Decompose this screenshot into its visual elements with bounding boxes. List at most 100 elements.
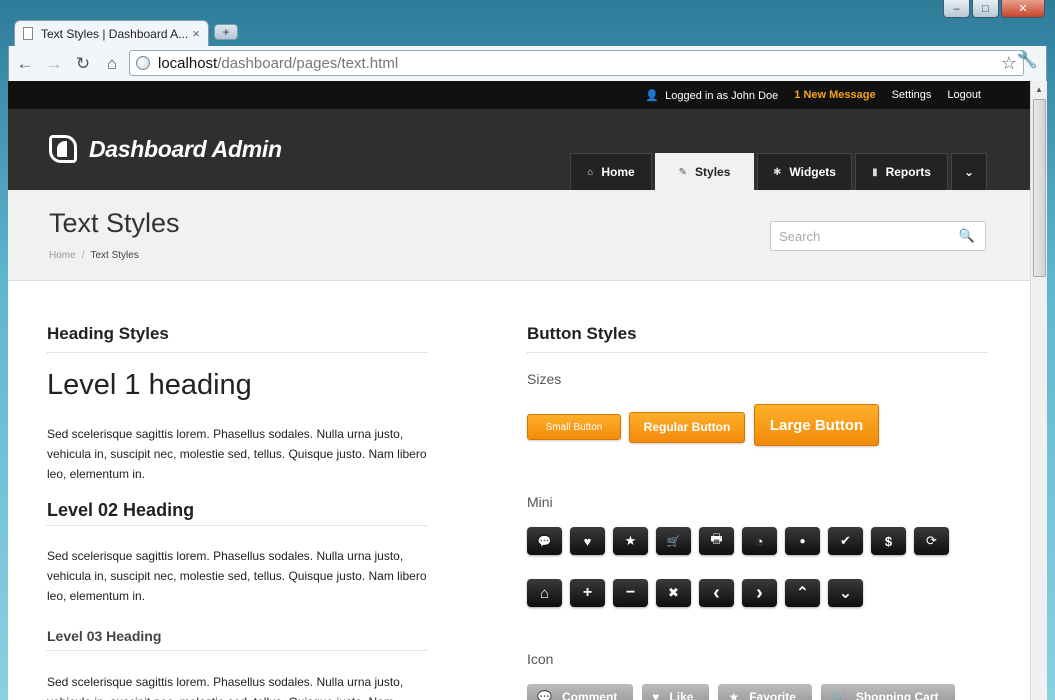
nav-tab-label: Reports — [885, 165, 931, 179]
address-bar[interactable]: localhost/dashboard/pages/text.html ☆ — [129, 50, 1024, 76]
comment-icon: 💬 — [537, 535, 552, 548]
mini-like-button[interactable]: ♥ — [570, 527, 605, 555]
level-3-heading: Level 03 Heading — [47, 628, 427, 651]
nav-tab-styles[interactable]: ✎ Styles — [655, 153, 754, 190]
mini-plus-button[interactable]: + — [570, 579, 605, 607]
star-icon: ★ — [624, 533, 637, 548]
logout-link[interactable]: Logout — [947, 89, 981, 101]
close-icon: ✖ — [668, 585, 679, 600]
heading-styles-title: Heading Styles — [47, 324, 427, 353]
paragraph-3: Sed scelerisque sagittis lorem. Phasellu… — [47, 675, 404, 700]
mini-left-button[interactable]: ‹ — [699, 579, 734, 607]
back-arrow-icon[interactable]: ← — [12, 51, 38, 77]
search-icon[interactable]: 🔍 — [959, 228, 975, 244]
bookmark-star-icon[interactable]: ☆ — [1001, 53, 1017, 74]
wrench-icon[interactable]: 🔧 — [1017, 50, 1038, 70]
home-icon: ⌂ — [587, 166, 594, 178]
tab-close-icon[interactable]: × — [192, 26, 200, 41]
heading-styles-column: Heading Styles Level 1 heading Sed scele… — [47, 324, 427, 700]
bar-chart-icon: ▮ — [872, 166, 878, 178]
nav-tab-widgets[interactable]: ✱ Widgets — [757, 153, 852, 190]
chevron-up-icon: ⌃ — [795, 585, 810, 602]
logo-mark-icon — [49, 135, 77, 163]
mini-home-button[interactable]: ⌂ — [527, 579, 562, 607]
favorite-button[interactable]: ★ Favorite — [718, 684, 812, 700]
large-button[interactable]: Large Button — [754, 404, 879, 446]
dollar-icon: $ — [884, 533, 893, 549]
logged-in-status: 👤 Logged in as John Doe — [645, 89, 778, 102]
settings-link[interactable]: Settings — [892, 89, 932, 101]
mini-cart-button[interactable]: 🛒 — [656, 527, 691, 555]
nav-tab-label: Styles — [695, 165, 731, 179]
heart-icon: ♥ — [583, 533, 592, 549]
mini-comment-button[interactable]: 💬 — [527, 527, 562, 555]
forward-arrow-icon[interactable]: → — [41, 51, 67, 77]
new-tab-button[interactable]: + — [214, 24, 238, 40]
shopping-cart-button[interactable]: 🛒 Shopping Cart — [820, 684, 955, 700]
logo[interactable]: Dashboard Admin — [49, 135, 282, 163]
scroll-up-arrow-icon[interactable]: ▲ — [1031, 81, 1047, 98]
mini-buttons-row-1: 💬 ♥ ★ 🛒 🖶 ◔ ● ✔ $ ⟳ — [527, 527, 987, 555]
home-icon: ⌂ — [539, 584, 550, 602]
vertical-scrollbar[interactable]: ▲ — [1030, 81, 1047, 700]
scroll-thumb[interactable] — [1033, 99, 1046, 277]
url-path: /dashboard/pages/text.html — [217, 54, 399, 72]
level-1-heading: Level 1 heading — [47, 369, 252, 401]
mini-minus-button[interactable]: − — [613, 579, 648, 607]
breadcrumb-home-link[interactable]: Home — [49, 250, 76, 261]
nav-tab-label: Widgets — [789, 165, 836, 179]
mini-rss-button[interactable]: ◔ — [742, 527, 777, 555]
favorite-button-label: Favorite — [749, 690, 796, 700]
mini-favorite-button[interactable]: ★ — [613, 527, 648, 555]
print-icon: 🖶 — [710, 531, 723, 546]
like-button[interactable]: ♥ Like — [642, 684, 710, 700]
new-message-link[interactable]: 1 New Message — [794, 89, 875, 101]
heart-icon: ♥ — [652, 690, 660, 700]
cart-icon: 🛒 — [830, 690, 846, 700]
comment-button[interactable]: 💬 Comment — [527, 684, 634, 700]
site-header: Dashboard Admin ⌂ Home ✎ Styles ✱ Widgets ▮… — [8, 109, 1030, 190]
chevron-right-icon: › — [756, 581, 763, 604]
minus-icon: − — [625, 584, 636, 601]
mini-close-button[interactable]: ✖ — [656, 579, 691, 607]
mini-up-button[interactable]: ⌃ — [785, 579, 820, 607]
sizes-label: Sizes — [527, 371, 562, 387]
mini-dollar-button[interactable]: $ — [871, 527, 906, 555]
logged-in-text: Logged in as John Doe — [665, 89, 779, 102]
chevron-down-icon: ⌄ — [963, 165, 975, 179]
search-input[interactable] — [771, 222, 951, 250]
top-bar: 👤 Logged in as John Doe 1 New Message Set… — [8, 81, 1030, 109]
tab-strip: Text Styles | Dashboard A... × + — [0, 0, 1055, 46]
nav-tab-more[interactable]: ⌄ — [951, 153, 987, 190]
user-icon: ● — [799, 535, 806, 547]
browser-tab[interactable]: Text Styles | Dashboard A... × — [14, 20, 209, 46]
breadcrumb-separator: / — [81, 250, 85, 261]
mini-print-button[interactable]: 🖶 — [699, 527, 734, 555]
comment-icon: 💬 — [537, 690, 552, 700]
size-buttons-row: Small Button Regular Button Large Button — [527, 404, 987, 446]
mini-user-button[interactable]: ● — [785, 527, 820, 555]
level-2-heading: Level 02 Heading — [47, 500, 427, 526]
breadcrumb-current: Text Styles — [90, 250, 139, 261]
mini-down-button[interactable]: ⌄ — [828, 579, 863, 607]
page-title: Text Styles — [49, 208, 180, 238]
star-icon: ★ — [728, 690, 740, 700]
home-icon[interactable]: ⌂ — [99, 51, 125, 77]
title-bar: Text Styles Home / Text Styles 🔍 — [8, 190, 1030, 281]
small-button[interactable]: Small Button — [527, 414, 621, 440]
chevron-down-icon: ⌄ — [838, 585, 853, 602]
mini-check-button[interactable]: ✔ — [828, 527, 863, 555]
tab-title: Text Styles | Dashboard A... — [41, 26, 189, 41]
main-nav: ⌂ Home ✎ Styles ✱ Widgets ▮ Reports ⌄ — [570, 153, 990, 190]
reload-icon[interactable]: ↻ — [70, 51, 96, 77]
user-icon: 👤 — [645, 89, 660, 102]
nav-tab-home[interactable]: ⌂ Home — [570, 153, 652, 190]
nav-tab-reports[interactable]: ▮ Reports — [855, 153, 948, 190]
mini-right-button[interactable]: › — [742, 579, 777, 607]
browser-toolbar: ← → ↻ ⌂ localhost/dashboard/pages/text.h… — [8, 46, 1047, 81]
mini-refresh-button[interactable]: ⟳ — [914, 527, 949, 555]
icon-label: Icon — [527, 651, 554, 667]
regular-button[interactable]: Regular Button — [629, 411, 745, 443]
globe-icon — [136, 56, 150, 70]
mini-buttons-row-2: ⌂ + − ✖ ‹ › ⌃ ⌄ — [527, 579, 987, 607]
